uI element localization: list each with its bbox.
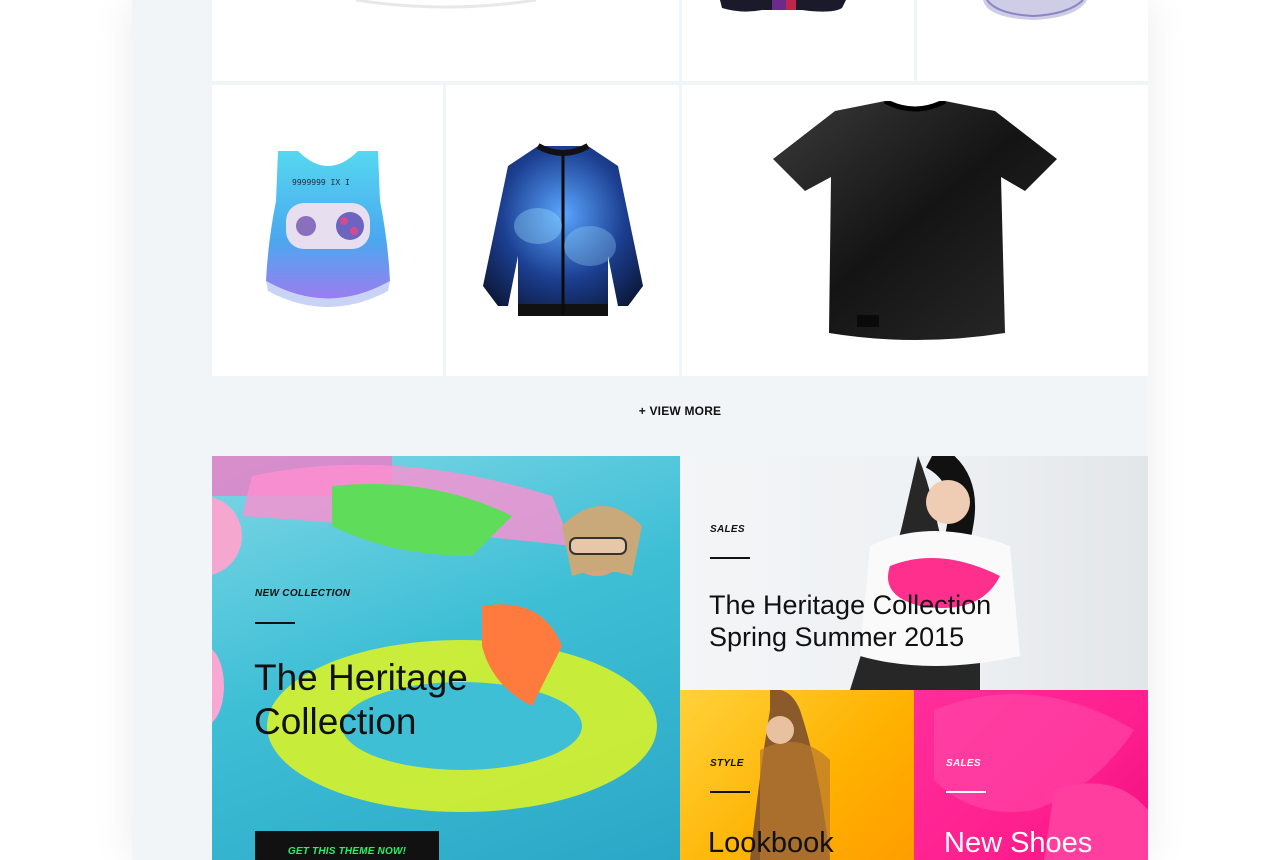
view-more-button[interactable]: + VIEW MORE	[212, 404, 1148, 418]
banner-label: SALES	[946, 758, 981, 769]
banner-title-line2: Collection	[254, 700, 417, 742]
lookbook-banner[interactable]: STYLE Lookbook	[680, 690, 914, 860]
banner-divider	[946, 791, 986, 793]
product-image	[720, 0, 846, 12]
banner-divider	[255, 622, 295, 624]
product-tile[interactable]	[917, 0, 1148, 81]
new-shoes-banner[interactable]: SALES New Shoes	[914, 690, 1148, 860]
banner-label: STYLE	[710, 758, 744, 769]
banner-title-line1: The Heritage Collection	[709, 590, 992, 620]
product-tile[interactable]	[446, 85, 679, 376]
sales-banner[interactable]: SALES The Heritage Collection Spring Sum…	[680, 456, 1148, 690]
product-tile[interactable]	[682, 0, 914, 81]
get-theme-button[interactable]: GET THIS THEME NOW!	[255, 831, 439, 860]
svg-text:9999999 IX I: 9999999 IX I	[292, 178, 350, 187]
product-image	[983, 0, 1087, 20]
product-tile[interactable]	[682, 85, 1148, 376]
banner-title: New Shoes	[944, 827, 1093, 859]
banner-divider	[710, 791, 750, 793]
banner-image	[850, 456, 1020, 690]
banner-divider	[710, 557, 750, 559]
banner-label: NEW COLLECTION	[255, 588, 351, 599]
banner-title: The Heritage Collection	[254, 656, 468, 743]
banner-title: Lookbook	[708, 827, 834, 859]
banner-title: The Heritage Collection Spring Summer 20…	[709, 590, 991, 654]
product-image	[482, 142, 643, 316]
new-collection-banner[interactable]: NEW COLLECTION The Heritage Collection G…	[212, 456, 680, 860]
product-image: 9999999 IX I	[265, 150, 390, 307]
product-tile[interactable]: 9999999 IX I	[212, 85, 443, 376]
banner-title-line1: The Heritage	[254, 657, 468, 698]
banner-title-line2: Spring Summer 2015	[709, 621, 965, 652]
product-image	[773, 100, 1057, 340]
product-tile[interactable]	[212, 0, 679, 81]
product-image	[355, 0, 536, 9]
banner-label: SALES	[710, 524, 745, 535]
